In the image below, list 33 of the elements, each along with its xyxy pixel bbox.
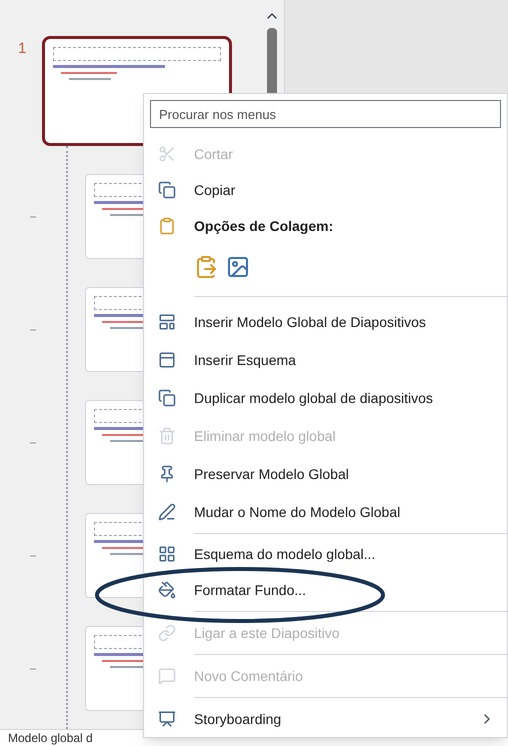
clipboard-icon <box>158 217 176 235</box>
paste-picture-icon[interactable] <box>226 255 250 279</box>
trash-icon <box>158 427 176 445</box>
link-icon <box>158 624 176 642</box>
menu-item[interactable]: Esquema do modelo global... <box>144 536 507 572</box>
pin-icon <box>158 465 176 483</box>
connector-tick-icon <box>30 328 36 330</box>
menu-item[interactable]: Mudar o Nome do Modelo Global <box>144 493 507 531</box>
menu-item[interactable]: Inserir Esquema <box>144 341 507 379</box>
connector-tick-icon <box>30 216 36 218</box>
connector-tick-icon <box>30 554 36 556</box>
paint-bucket-icon <box>158 581 176 599</box>
connector-tick-icon <box>30 442 36 444</box>
grid-icon <box>158 545 176 563</box>
scissors-icon <box>158 145 176 163</box>
menu-item[interactable]: Duplicar modelo global de diapositivos <box>144 379 507 417</box>
menu-item[interactable]: Inserir Modelo Global de Diapositivos <box>144 303 507 341</box>
status-text: Modelo global d <box>8 730 93 746</box>
duplicate-icon <box>158 389 176 407</box>
menu-item[interactable]: Storyboarding <box>144 701 507 737</box>
connector-tick-icon <box>30 668 36 670</box>
menu-item[interactable]: Copiar <box>144 172 507 208</box>
layout-icon <box>158 351 176 369</box>
menu-item[interactable]: Preservar Modelo Global <box>144 455 507 493</box>
slide-number: 1 <box>18 39 26 59</box>
storyboard-icon <box>158 710 176 728</box>
menu-item[interactable]: Formatar Fundo... <box>144 572 507 608</box>
menu-search-field[interactable]: Procurar nos menus <box>150 100 501 128</box>
rename-icon <box>158 503 176 521</box>
comment-icon <box>158 667 176 685</box>
copy-icon <box>158 181 176 199</box>
paste-options-header: Opções de Colagem: <box>144 208 507 244</box>
slide-layout-icon <box>158 313 176 331</box>
